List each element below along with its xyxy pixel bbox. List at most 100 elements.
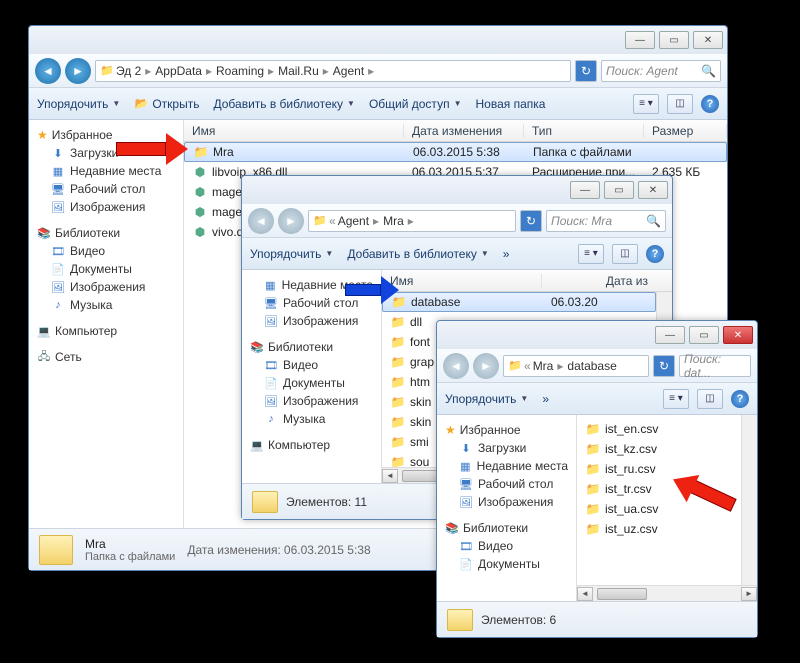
help-button[interactable]: ? — [646, 245, 664, 263]
maximize-button[interactable]: ▭ — [659, 31, 689, 49]
nav-music[interactable]: ♪Музыка — [29, 296, 183, 314]
back-button[interactable]: ◄ — [443, 353, 469, 379]
back-button[interactable]: ◄ — [248, 208, 274, 234]
add-to-library-menu[interactable]: Добавить в библиотеку▼ — [213, 97, 354, 111]
address-bar[interactable]: 📁« Agent▸ Mra▸ — [308, 210, 516, 232]
preview-button[interactable]: ◫ — [667, 94, 693, 114]
search-box[interactable]: Поиск: Mra🔍 — [546, 210, 666, 232]
scroll-thumb[interactable] — [597, 588, 647, 600]
address-bar[interactable]: 📁 Эд 2▸ AppData▸ Roaming▸ Mail.Ru▸ Agent… — [95, 60, 571, 82]
nav-pictures-lib[interactable]: 🖼Изображения — [242, 392, 381, 410]
open-button[interactable]: 📂Открыть — [134, 97, 199, 111]
organize-menu[interactable]: Упорядочить▼ — [250, 247, 333, 261]
close-button[interactable]: ✕ — [693, 31, 723, 49]
nav-recent[interactable]: ▦Недавние места — [29, 162, 183, 180]
file-row[interactable]: 📁ist_uz.csv — [577, 519, 741, 539]
nav-recent[interactable]: ▦Недавние места — [437, 457, 576, 475]
file-row[interactable]: 📁ist_ru.csv — [577, 459, 741, 479]
nav-documents[interactable]: 📄Документы — [437, 555, 576, 573]
file-row[interactable]: 📁Mra06.03.2015 5:38Папка с файлами — [184, 142, 727, 162]
nav-desktop[interactable]: 🖥Рабочий стол — [437, 475, 576, 493]
nav-pictures[interactable]: 🖼Изображения — [437, 493, 576, 511]
nav-pictures[interactable]: 🖼Изображения — [29, 198, 183, 216]
search-box[interactable]: Поиск: dat... — [679, 355, 751, 377]
col-name[interactable]: Имя — [184, 124, 404, 138]
scrollbar-horizontal[interactable]: ◄ ► — [577, 585, 757, 601]
favorites-header[interactable]: ★Избранное — [437, 421, 576, 439]
crumb[interactable]: Mra — [533, 359, 554, 373]
close-button[interactable]: ✕ — [638, 181, 668, 199]
preview-button[interactable]: ◫ — [612, 244, 638, 264]
nav-pictures[interactable]: 🖼Изображения — [242, 312, 381, 330]
forward-button[interactable]: ► — [278, 208, 304, 234]
crumb[interactable]: Roaming — [216, 64, 264, 78]
crumb[interactable]: database — [567, 359, 616, 373]
refresh-button[interactable]: ↻ — [653, 355, 675, 377]
forward-button[interactable]: ► — [65, 58, 91, 84]
view-button[interactable]: ≡ ▾ — [633, 94, 659, 114]
nav-documents[interactable]: 📄Документы — [29, 260, 183, 278]
titlebar[interactable]: — ▭ ✕ — [242, 176, 672, 204]
crumb[interactable]: AppData — [155, 64, 202, 78]
more-menu[interactable]: » — [503, 247, 510, 261]
address-bar[interactable]: 📁« Mra▸ database — [503, 355, 649, 377]
minimize-button[interactable]: — — [570, 181, 600, 199]
col-size[interactable]: Размер — [644, 124, 727, 138]
scroll-right-button[interactable]: ► — [741, 587, 757, 601]
column-headers[interactable]: Имя Дата изменения Тип Размер — [184, 120, 727, 142]
libraries-header[interactable]: 📚Библиотеки — [242, 338, 381, 356]
col-date[interactable]: Дата из — [542, 274, 656, 288]
libraries-header[interactable]: 📚Библиотеки — [437, 519, 576, 537]
nav-video[interactable]: 🎞Видео — [29, 242, 183, 260]
nav-downloads[interactable]: ⬇Загрузки — [437, 439, 576, 457]
column-headers[interactable]: Имя Дата из — [382, 270, 672, 292]
titlebar[interactable]: — ▭ ✕ — [437, 321, 757, 349]
crumb[interactable]: Mail.Ru — [278, 64, 319, 78]
maximize-button[interactable]: ▭ — [689, 326, 719, 344]
help-button[interactable]: ? — [701, 95, 719, 113]
scroll-left-button[interactable]: ◄ — [382, 469, 398, 483]
col-type[interactable]: Тип — [524, 124, 644, 138]
scroll-left-button[interactable]: ◄ — [577, 587, 593, 601]
crumb[interactable]: Mra — [383, 214, 404, 228]
back-button[interactable]: ◄ — [35, 58, 61, 84]
organize-menu[interactable]: Упорядочить▼ — [445, 392, 528, 406]
add-to-library-menu[interactable]: Добавить в библиотеку▼ — [347, 247, 488, 261]
nav-desktop[interactable]: 🖥Рабочий стол — [242, 294, 381, 312]
refresh-button[interactable]: ↻ — [575, 60, 597, 82]
file-row[interactable]: 📁ist_en.csv — [577, 419, 741, 439]
minimize-button[interactable]: — — [655, 326, 685, 344]
new-folder-button[interactable]: Новая папка — [475, 97, 545, 111]
refresh-button[interactable]: ↻ — [520, 210, 542, 232]
computer-header[interactable]: 💻Компьютер — [242, 436, 381, 454]
nav-documents[interactable]: 📄Документы — [242, 374, 381, 392]
close-button[interactable]: ✕ — [723, 326, 753, 344]
titlebar[interactable]: — ▭ ✕ — [29, 26, 727, 54]
nav-video[interactable]: 🎞Видео — [242, 356, 381, 374]
nav-music[interactable]: ♪Музыка — [242, 410, 381, 428]
scrollbar-vertical[interactable] — [741, 415, 757, 585]
maximize-button[interactable]: ▭ — [604, 181, 634, 199]
preview-button[interactable]: ◫ — [697, 389, 723, 409]
nav-desktop[interactable]: 🖥Рабочий стол — [29, 180, 183, 198]
view-button[interactable]: ≡ ▾ — [578, 244, 604, 264]
file-row[interactable]: 📁ist_kz.csv — [577, 439, 741, 459]
help-button[interactable]: ? — [731, 390, 749, 408]
crumb[interactable]: Эд 2 — [116, 64, 141, 78]
organize-menu[interactable]: Упорядочить▼ — [37, 97, 120, 111]
nav-video[interactable]: 🎞Видео — [437, 537, 576, 555]
forward-button[interactable]: ► — [473, 353, 499, 379]
more-menu[interactable]: » — [542, 392, 549, 406]
share-menu[interactable]: Общий доступ▼ — [369, 97, 462, 111]
network-header[interactable]: 🖧Сеть — [29, 348, 183, 366]
view-button[interactable]: ≡ ▾ — [663, 389, 689, 409]
computer-header[interactable]: 💻Компьютер — [29, 322, 183, 340]
libraries-header[interactable]: 📚Библиотеки — [29, 224, 183, 242]
file-row[interactable]: 📁database06.03.20 — [382, 292, 656, 312]
crumb[interactable]: Agent — [333, 64, 364, 78]
search-box[interactable]: Поиск: Agent🔍 — [601, 60, 721, 82]
minimize-button[interactable]: — — [625, 31, 655, 49]
crumb[interactable]: Agent — [338, 214, 369, 228]
nav-pictures-lib[interactable]: 🖼Изображения — [29, 278, 183, 296]
col-date[interactable]: Дата изменения — [404, 124, 524, 138]
